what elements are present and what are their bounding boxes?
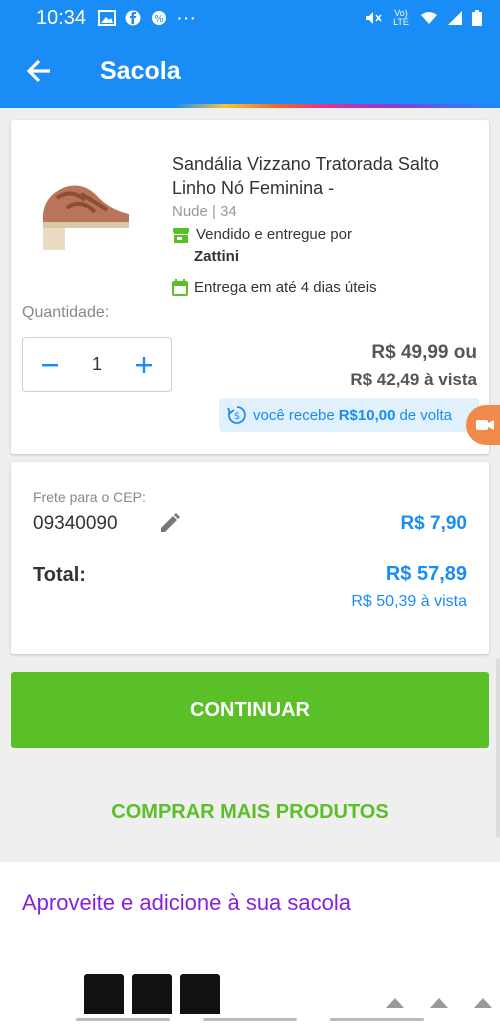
edit-cep-icon[interactable] xyxy=(159,512,181,534)
recommendation-item[interactable] xyxy=(180,974,220,1014)
cep-label: Frete para o CEP: xyxy=(33,489,146,505)
network-label: Vo) LTE xyxy=(393,8,409,27)
seller-name: Zattini xyxy=(194,248,239,265)
cashback-icon: $ xyxy=(227,406,246,424)
video-call-button[interactable] xyxy=(466,405,500,445)
product-price: R$ 49,99 ou xyxy=(371,342,477,363)
recommendation-item[interactable] xyxy=(84,974,124,1014)
freight-card: Frete para o CEP: 09340090 R$ 7,90 Total… xyxy=(11,462,489,654)
recommendation-products[interactable] xyxy=(84,974,220,1014)
facebook-icon xyxy=(125,10,141,26)
video-camera-icon xyxy=(476,420,494,430)
notification-icons: % ··· xyxy=(98,7,196,30)
buy-more-products-button[interactable]: COMPRAR MAIS PRODUTOS xyxy=(11,790,489,834)
page-title: Sacola xyxy=(100,56,181,85)
chevron-up-icon xyxy=(474,998,492,1008)
quantity-label: Quantidade: xyxy=(22,304,110,321)
nav-back-button[interactable] xyxy=(329,1017,424,1021)
delivery-row: Entrega em até 4 dias úteis xyxy=(172,279,377,296)
more-notifications-icon: ··· xyxy=(176,6,197,29)
total-price-cash: R$ 50,39 à vista xyxy=(351,593,467,610)
quantity-stepper: 1 xyxy=(22,337,172,392)
continue-button[interactable]: CONTINUAR xyxy=(11,672,489,748)
mute-icon xyxy=(366,12,382,24)
scrollbar[interactable] xyxy=(496,658,500,838)
app-icon: % xyxy=(152,11,167,25)
carousel-indicators xyxy=(386,998,492,1008)
status-time: 10:34 xyxy=(36,6,87,29)
status-bar: 10:34 % ··· Vo) LTE xyxy=(0,0,500,36)
plus-icon xyxy=(135,356,152,373)
cashback-badge: $ você recebe R$10,00 de volta xyxy=(219,398,479,432)
cashback-amount: R$10,00 xyxy=(338,406,396,424)
svg-text:%: % xyxy=(154,14,164,25)
battery-icon xyxy=(472,10,482,26)
recommendation-item[interactable] xyxy=(132,974,172,1014)
freight-price: R$ 7,90 xyxy=(400,513,467,534)
wifi-icon xyxy=(421,12,437,24)
nav-home-button[interactable] xyxy=(202,1017,297,1021)
product-price-cash: R$ 42,49 à vista xyxy=(350,370,477,389)
store-icon xyxy=(173,228,189,243)
seller-prefix: Vendido e entregue por xyxy=(196,226,352,243)
cep-value: 09340090 xyxy=(33,513,118,534)
product-name[interactable]: Sandália Vizzano Tratorada Salto Linho N… xyxy=(172,152,472,200)
chevron-up-icon xyxy=(386,998,404,1008)
signal-icon xyxy=(448,11,462,25)
arrow-left-icon xyxy=(26,59,50,83)
total-price: R$ 57,89 xyxy=(385,563,467,585)
cashback-prefix: você recebe xyxy=(253,406,335,424)
image-icon xyxy=(98,10,117,26)
system-navigation-bar xyxy=(0,1010,500,1028)
minus-icon xyxy=(42,363,58,366)
app-bar: Sacola xyxy=(0,36,500,106)
seller-row: Vendido e entregue por xyxy=(172,226,352,244)
status-right-icons: Vo) LTE xyxy=(364,9,482,27)
recommendations-title: Aproveite e adicione à sua sacola xyxy=(22,890,351,915)
decrease-quantity-button[interactable] xyxy=(41,352,59,378)
total-label: Total: xyxy=(33,564,86,586)
product-variant: Nude | 34 xyxy=(172,203,237,220)
nav-recents-button[interactable] xyxy=(76,1017,171,1021)
delivery-text: Entrega em até 4 dias úteis xyxy=(194,279,377,296)
chevron-up-icon xyxy=(430,998,448,1008)
cashback-suffix: de volta xyxy=(399,406,452,424)
increase-quantity-button[interactable] xyxy=(135,352,153,378)
product-card: Sandália Vizzano Tratorada Salto Linho N… xyxy=(11,120,489,454)
calendar-icon xyxy=(172,279,188,296)
svg-text:$: $ xyxy=(234,411,240,422)
product-image[interactable] xyxy=(37,158,133,254)
header-gradient-line xyxy=(0,104,500,108)
quantity-value: 1 xyxy=(91,354,102,374)
recommendations-section: Aproveite e adicione à sua sacola xyxy=(0,862,500,1028)
back-button[interactable] xyxy=(20,52,58,90)
